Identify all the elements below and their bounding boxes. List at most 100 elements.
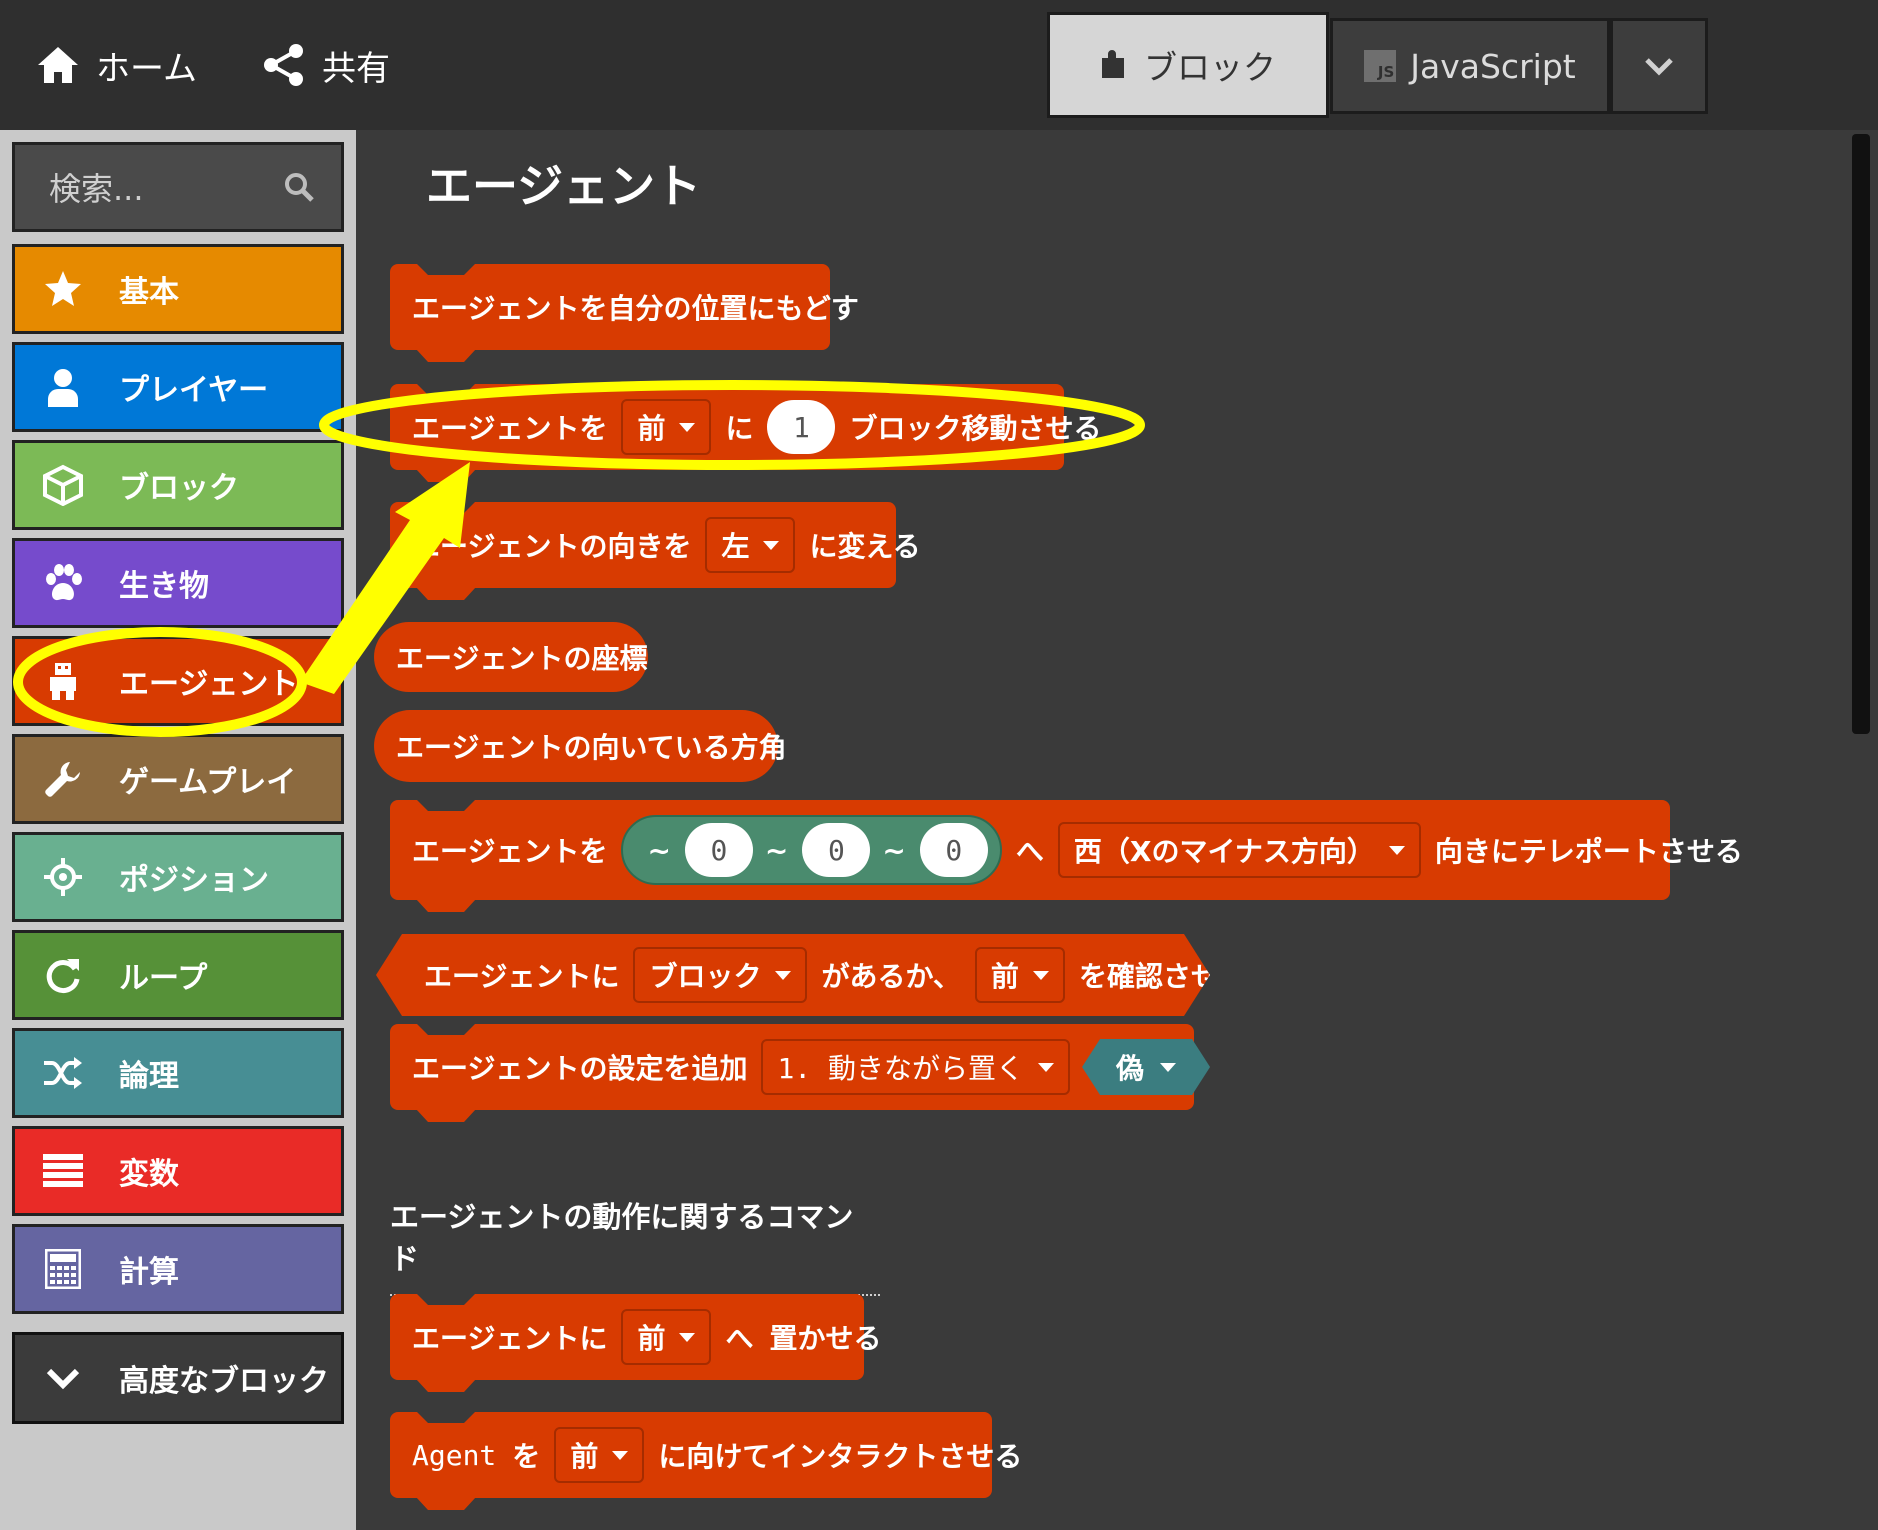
category-math[interactable]: 計算 bbox=[12, 1224, 344, 1314]
dropdown-value: 前 bbox=[637, 412, 666, 445]
y-input[interactable]: 0 bbox=[802, 823, 871, 877]
category-label: プレイヤー bbox=[119, 373, 269, 408]
block-agent-turn[interactable]: エージェントの向きを 左 に変える bbox=[390, 502, 921, 588]
share-button[interactable]: 共有 bbox=[262, 38, 390, 92]
category-label: ブロック bbox=[119, 471, 239, 506]
block-agent-interact[interactable]: Agent を 前 に向けてインタラクトさせる bbox=[390, 1412, 1022, 1498]
block-agent-detect[interactable]: エージェントに ブロック があるか、 前 を確認させる bbox=[376, 934, 1210, 1016]
paw-icon bbox=[39, 559, 87, 607]
block-text: に向けてインタラクトさせる bbox=[658, 1440, 1023, 1473]
caret-down-icon bbox=[1160, 1063, 1176, 1072]
category-label: ポジション bbox=[119, 863, 269, 898]
block-text: エージェントに bbox=[412, 1322, 608, 1355]
x-input[interactable]: 0 bbox=[684, 823, 753, 877]
direction-dropdown[interactable]: 前 bbox=[621, 399, 712, 455]
boolean-dropdown[interactable]: 偽 bbox=[1082, 1039, 1210, 1095]
category-variables[interactable]: 変数 bbox=[12, 1126, 344, 1216]
person-icon bbox=[39, 363, 87, 411]
caret-down-icon bbox=[679, 1332, 696, 1342]
dropdown-value: 偽 bbox=[1116, 1052, 1145, 1085]
dropdown-value: 前 bbox=[637, 1322, 666, 1355]
category-label: ゲームプレイ bbox=[119, 765, 297, 800]
category-blocks[interactable]: ブロック bbox=[12, 440, 344, 530]
shuffle-icon bbox=[39, 1049, 87, 1097]
home-label: ホーム bbox=[96, 48, 197, 89]
star-icon bbox=[39, 265, 87, 313]
toolbox-search[interactable]: 検索... bbox=[12, 142, 344, 232]
search-input[interactable]: 検索... bbox=[49, 164, 283, 210]
z-input[interactable]: 0 bbox=[919, 823, 988, 877]
block-text: エージェントを bbox=[412, 835, 608, 868]
block-text: に bbox=[725, 412, 754, 445]
category-label: ループ bbox=[119, 961, 208, 996]
advanced-blocks-label: 高度なブロック bbox=[119, 1364, 329, 1399]
block-agent-setting[interactable]: エージェントの設定を追加 1. 動きながら置く 偽 bbox=[390, 1024, 1194, 1110]
category-label: 論理 bbox=[119, 1059, 179, 1094]
puzzle-icon bbox=[1102, 50, 1124, 78]
block-text: へ bbox=[1015, 835, 1044, 868]
block-text: を bbox=[512, 1440, 541, 1473]
block-text: ブロック移動させる bbox=[849, 412, 1102, 445]
number-input[interactable]: 1 bbox=[767, 400, 836, 454]
block-agent-place[interactable]: エージェントに 前 へ 置かせる bbox=[390, 1294, 882, 1380]
block-agent-facing[interactable]: エージェントの向いている方角 bbox=[374, 710, 787, 782]
position-value-block[interactable]: ~ 0 ~ 0 ~ 0 bbox=[621, 815, 1002, 885]
interact-direction-dropdown[interactable]: 前 bbox=[554, 1427, 645, 1483]
category-mobs[interactable]: 生き物 bbox=[12, 538, 344, 628]
block-agent-position[interactable]: エージェントの座標 bbox=[374, 622, 648, 692]
block-return-home[interactable]: エージェントを自分の位置にもどす bbox=[390, 264, 859, 350]
category-gameplay[interactable]: ゲームプレイ bbox=[12, 734, 344, 824]
setting-option-dropdown[interactable]: 1. 動きながら置く bbox=[761, 1039, 1071, 1095]
category-label: エージェント bbox=[119, 667, 299, 702]
toolbox-sidebar: 検索... 基本 プレイヤー ブロック 生き物 エージェント ゲームプレイ ポジ… bbox=[0, 130, 356, 1530]
chevron-down-icon bbox=[39, 1354, 87, 1402]
javascript-mode-label: JavaScript bbox=[1410, 46, 1576, 86]
section-label: エージェントの動作に関するコマンド bbox=[390, 1194, 880, 1296]
block-text: エージェントを bbox=[412, 412, 608, 445]
blocks-mode-tab[interactable]: ブロック bbox=[1047, 12, 1329, 118]
category-player[interactable]: プレイヤー bbox=[12, 342, 344, 432]
tilde-label: ~ bbox=[882, 833, 906, 867]
detect-kind-dropdown[interactable]: ブロック bbox=[633, 947, 807, 1003]
caret-down-icon bbox=[1033, 971, 1049, 980]
dropdown-value: 前 bbox=[570, 1440, 599, 1473]
block-text: に変える bbox=[809, 530, 921, 563]
javascript-mode-tab[interactable]: JS JavaScript bbox=[1330, 18, 1610, 114]
chevron-down-icon bbox=[1645, 58, 1673, 76]
category-label: 生き物 bbox=[119, 569, 209, 604]
editor-mode-dropdown[interactable] bbox=[1610, 18, 1708, 114]
detect-direction-dropdown[interactable]: 前 bbox=[975, 947, 1065, 1003]
block-text: エージェントの設定を追加 bbox=[412, 1052, 748, 1085]
category-basic[interactable]: 基本 bbox=[12, 244, 344, 334]
wrench-icon bbox=[39, 755, 87, 803]
tilde-label: ~ bbox=[764, 833, 789, 867]
category-positions[interactable]: ポジション bbox=[12, 832, 344, 922]
place-direction-dropdown[interactable]: 前 bbox=[621, 1309, 712, 1365]
block-text: 置かせる bbox=[769, 1322, 882, 1355]
flyout-scrollbar[interactable] bbox=[1852, 134, 1870, 734]
dropdown-value: ブロック bbox=[649, 960, 762, 993]
block-text: エージェントの座標 bbox=[396, 642, 648, 675]
category-agent[interactable]: エージェント bbox=[12, 636, 344, 726]
category-loops[interactable]: ループ bbox=[12, 930, 344, 1020]
block-text: Agent bbox=[412, 1438, 497, 1472]
advanced-blocks-toggle[interactable]: 高度なブロック bbox=[12, 1332, 344, 1424]
calculator-icon bbox=[39, 1245, 87, 1293]
list-icon bbox=[39, 1147, 87, 1195]
caret-down-icon bbox=[763, 540, 780, 550]
block-text: があるか、 bbox=[821, 960, 961, 993]
home-button[interactable]: ホーム bbox=[36, 38, 197, 92]
search-icon bbox=[285, 173, 314, 202]
dropdown-value: 1. 動きながら置く bbox=[777, 1052, 1025, 1085]
caret-down-icon bbox=[1388, 845, 1405, 855]
category-label: 計算 bbox=[119, 1255, 179, 1290]
block-agent-move[interactable]: エージェントを 前 に 1 ブロック移動させる bbox=[390, 384, 1102, 470]
caret-down-icon bbox=[612, 1450, 629, 1460]
category-logic[interactable]: 論理 bbox=[12, 1028, 344, 1118]
turn-direction-dropdown[interactable]: 左 bbox=[705, 517, 796, 573]
compass-direction-dropdown[interactable]: 西（Xのマイナス方向） bbox=[1057, 822, 1421, 878]
dropdown-value: 左 bbox=[721, 530, 750, 563]
block-agent-teleport[interactable]: エージェントを ~ 0 ~ 0 ~ 0 へ 西（Xのマイナス方向） 向きにテレポ… bbox=[390, 800, 1743, 900]
block-text: エージェントの向いている方角 bbox=[396, 731, 787, 764]
block-text: エージェントに bbox=[424, 960, 620, 993]
